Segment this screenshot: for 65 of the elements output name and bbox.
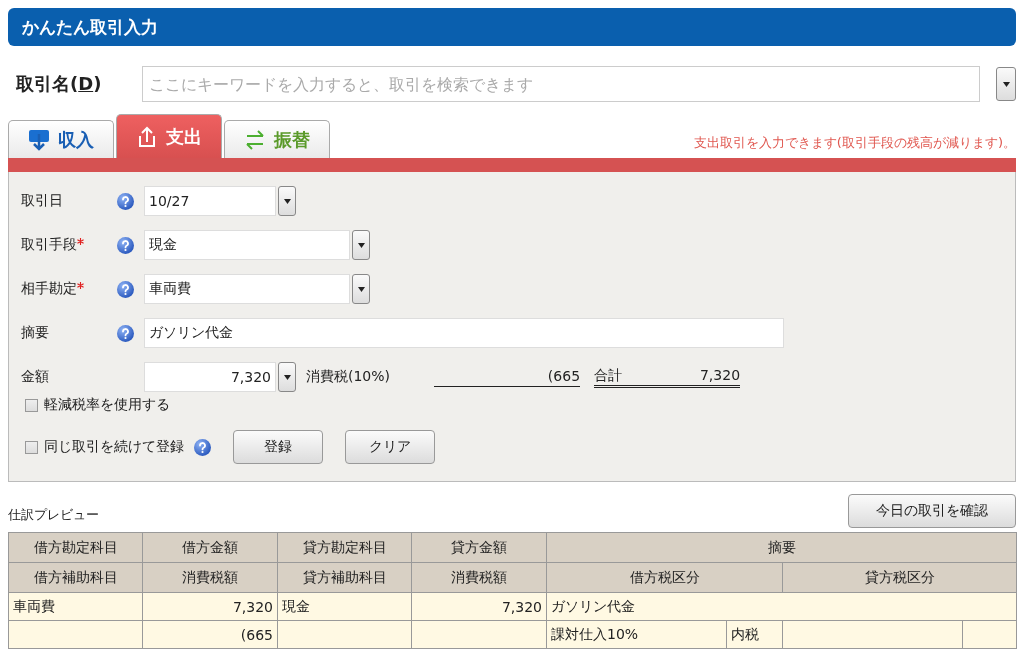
tab-hint-text: 支出取引を入力できます(取引手段の残高が減ります)。 xyxy=(693,134,1016,152)
table-cell: 車両費 xyxy=(8,592,143,621)
table-cell: 課対仕入10% xyxy=(546,620,727,649)
column-header: 摘要 xyxy=(546,532,1017,563)
caret-icon xyxy=(1002,81,1010,87)
tab[interactable]: 収入 xyxy=(8,120,114,158)
help-icon[interactable] xyxy=(117,236,134,254)
table-cell: 7,320 xyxy=(142,592,278,621)
column-header: 消費税額 xyxy=(411,562,547,593)
field-label: 金額 xyxy=(21,368,49,386)
caret-icon xyxy=(283,198,291,204)
help-icon[interactable] xyxy=(117,192,134,210)
table-cell: 内税 xyxy=(726,620,783,649)
table-cell: 7,320 xyxy=(411,592,547,621)
input-field[interactable]: ガソリン代金 xyxy=(144,318,784,348)
checkbox-label: 同じ取引を続けて登録 xyxy=(44,438,184,456)
checkbox[interactable] xyxy=(25,440,38,454)
total-label: 合計 xyxy=(594,366,623,385)
help-icon[interactable] xyxy=(117,280,134,298)
dropdown-button[interactable] xyxy=(352,274,370,304)
column-header: 借方金額 xyxy=(142,532,278,563)
download-icon xyxy=(28,128,50,151)
column-header: 借方補助科目 xyxy=(8,562,143,593)
column-header: 借方勘定科目 xyxy=(8,532,143,563)
caret-icon xyxy=(357,242,365,248)
help-icon[interactable] xyxy=(194,438,211,456)
total-value: 7,320 xyxy=(699,366,741,385)
field-label: 取引日 xyxy=(21,192,63,210)
preview-title: 仕訳プレビュー xyxy=(8,506,99,524)
field-label: 相手勘定 xyxy=(21,280,77,298)
dropdown-button[interactable] xyxy=(278,362,296,392)
upload-icon xyxy=(136,125,158,148)
select-field[interactable]: 10/27 xyxy=(144,186,276,216)
deal-name-label: 取引名(D) xyxy=(16,72,103,96)
register-button[interactable]: 登録 xyxy=(233,430,323,464)
dropdown-button[interactable] xyxy=(278,186,296,216)
caret-icon xyxy=(357,286,365,292)
dropdown-button[interactable] xyxy=(996,67,1016,101)
swap-arrows-icon xyxy=(244,128,266,151)
clear-button[interactable]: クリア xyxy=(345,430,435,464)
deal-search-field[interactable]: ここにキーワードを入力すると、取引を検索できます xyxy=(142,66,980,102)
table-cell: 現金 xyxy=(277,592,412,621)
tab[interactable]: 支出 xyxy=(116,114,222,158)
column-header: 借方税区分 xyxy=(546,562,783,593)
dropdown-button[interactable] xyxy=(352,230,370,260)
table-cell: (665 xyxy=(142,620,278,649)
column-header: 貸方税区分 xyxy=(782,562,1017,593)
checkbox[interactable] xyxy=(25,398,38,412)
checkbox-label: 軽減税率を使用する xyxy=(44,396,170,414)
column-header: 貸方補助科目 xyxy=(277,562,412,593)
select-field[interactable]: 現金 xyxy=(144,230,350,260)
column-header: 貸方金額 xyxy=(411,532,547,563)
amount-field[interactable]: 7,320 xyxy=(144,362,276,392)
tax-value: (665 xyxy=(434,367,581,387)
help-icon[interactable] xyxy=(117,324,134,342)
column-header: 消費税額 xyxy=(142,562,278,593)
table-cell: ガソリン代金 xyxy=(546,592,727,621)
field-label: 取引手段 xyxy=(21,236,77,254)
today-deals-button[interactable]: 今日の取引を確認 xyxy=(848,494,1016,528)
caret-icon xyxy=(283,374,291,380)
tax-label: 消費税(10%) xyxy=(306,368,391,386)
field-label: 摘要 xyxy=(21,324,49,342)
select-field[interactable]: 車両費 xyxy=(144,274,350,304)
column-header: 貸方勘定科目 xyxy=(277,532,412,563)
page-title-bar: かんたん取引入力 xyxy=(8,8,1016,46)
